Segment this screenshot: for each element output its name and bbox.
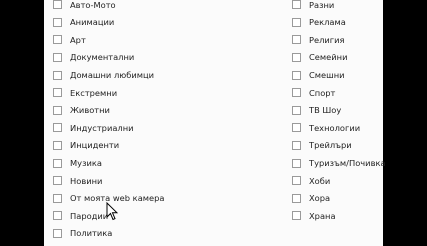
category-label: Екстремни bbox=[70, 87, 118, 98]
category-item[interactable]: Домашни любимци bbox=[53, 66, 154, 84]
category-item[interactable]: Храна bbox=[292, 207, 336, 225]
category-checkbox[interactable] bbox=[292, 70, 301, 80]
category-checkbox[interactable] bbox=[53, 211, 62, 221]
category-label: Разни bbox=[309, 0, 335, 10]
category-item[interactable]: Семейни bbox=[292, 49, 347, 67]
category-item[interactable]: Пародии bbox=[53, 207, 108, 225]
category-item[interactable]: Хоби bbox=[292, 172, 330, 190]
category-item[interactable]: ТВ Шоу bbox=[292, 102, 341, 120]
category-label: Арт bbox=[70, 34, 86, 45]
category-item[interactable]: Реклама bbox=[292, 14, 346, 32]
category-checkbox[interactable] bbox=[292, 17, 301, 27]
category-item[interactable]: Разни bbox=[292, 0, 334, 14]
category-label: Трейлъри bbox=[309, 140, 352, 151]
category-label: Домашни любимци bbox=[70, 70, 155, 81]
category-label: ТВ Шоу bbox=[309, 105, 342, 116]
category-label: Хоби bbox=[309, 175, 331, 186]
category-checkbox[interactable] bbox=[292, 35, 301, 45]
category-checkbox[interactable] bbox=[292, 141, 301, 151]
category-checklist: Авто-Мото Анимации Арт Документални Дома… bbox=[44, 0, 386, 246]
category-checkbox[interactable] bbox=[53, 70, 62, 80]
category-checkbox[interactable] bbox=[53, 53, 62, 63]
category-item[interactable]: Авто-Мото bbox=[53, 0, 116, 14]
category-label: Авто-Мото bbox=[70, 0, 116, 10]
category-item[interactable]: Екстремни bbox=[53, 84, 117, 102]
category-label: Спорт bbox=[309, 87, 336, 98]
category-item[interactable]: Религия bbox=[292, 31, 345, 49]
category-label: Религия bbox=[309, 34, 345, 45]
category-label: Туризъм/Почивка bbox=[309, 158, 386, 169]
category-item[interactable]: Анимации bbox=[53, 14, 114, 32]
category-item[interactable]: Музика bbox=[53, 154, 102, 172]
category-label: Животни bbox=[70, 105, 110, 116]
category-label: Технологии bbox=[309, 122, 361, 133]
category-label: Анимации bbox=[70, 17, 115, 28]
category-item[interactable]: Технологии bbox=[292, 119, 360, 137]
category-checkbox[interactable] bbox=[53, 176, 62, 186]
category-item[interactable]: Смешни bbox=[292, 66, 345, 84]
category-label: Хора bbox=[309, 193, 331, 204]
category-checkbox[interactable] bbox=[53, 193, 62, 203]
category-label: Реклама bbox=[309, 17, 346, 28]
category-checkbox[interactable] bbox=[292, 0, 301, 10]
category-item[interactable]: Арт bbox=[53, 31, 86, 49]
category-checkbox[interactable] bbox=[292, 53, 301, 63]
category-item[interactable]: Инциденти bbox=[53, 137, 119, 155]
category-label: Политика bbox=[70, 228, 113, 239]
category-checkbox[interactable] bbox=[53, 0, 62, 10]
category-checkbox[interactable] bbox=[292, 211, 301, 221]
category-label: Пародии bbox=[70, 210, 109, 221]
category-checkbox[interactable] bbox=[292, 88, 301, 98]
category-item[interactable]: Спорт bbox=[292, 84, 335, 102]
category-checkbox[interactable] bbox=[292, 105, 301, 115]
category-label: Инциденти bbox=[70, 140, 120, 151]
category-item[interactable]: Трейлъри bbox=[292, 137, 352, 155]
category-label: Индустриални bbox=[70, 122, 134, 133]
category-label: Новини bbox=[70, 175, 103, 186]
category-label: Храна bbox=[309, 210, 336, 221]
category-item[interactable]: Животни bbox=[53, 102, 110, 120]
category-label: Семейни bbox=[309, 52, 348, 63]
category-item[interactable]: Туризъм/Почивка bbox=[292, 154, 386, 172]
category-checkbox[interactable] bbox=[53, 123, 62, 133]
category-checkbox[interactable] bbox=[53, 158, 62, 168]
category-checkbox[interactable] bbox=[53, 105, 62, 115]
category-item[interactable]: Индустриални bbox=[53, 119, 134, 137]
category-item[interactable]: Новини bbox=[53, 172, 102, 190]
category-checkbox[interactable] bbox=[292, 123, 301, 133]
category-checkbox[interactable] bbox=[53, 141, 62, 151]
category-checkbox[interactable] bbox=[53, 17, 62, 27]
category-label: Документални bbox=[70, 52, 135, 63]
category-checkbox[interactable] bbox=[53, 35, 62, 45]
category-item[interactable]: Хора bbox=[292, 190, 330, 208]
category-checkbox[interactable] bbox=[292, 158, 301, 168]
category-checkbox[interactable] bbox=[53, 229, 62, 239]
category-label: Музика bbox=[70, 158, 102, 169]
category-checkbox[interactable] bbox=[53, 88, 62, 98]
category-label: Смешни bbox=[309, 70, 345, 81]
category-item[interactable]: Документални bbox=[53, 49, 134, 67]
category-checkbox[interactable] bbox=[292, 193, 301, 203]
video-frame: Авто-Мото Анимации Арт Документални Дома… bbox=[0, 0, 427, 246]
category-checkbox[interactable] bbox=[292, 176, 301, 186]
mouse-cursor-icon bbox=[106, 202, 118, 221]
